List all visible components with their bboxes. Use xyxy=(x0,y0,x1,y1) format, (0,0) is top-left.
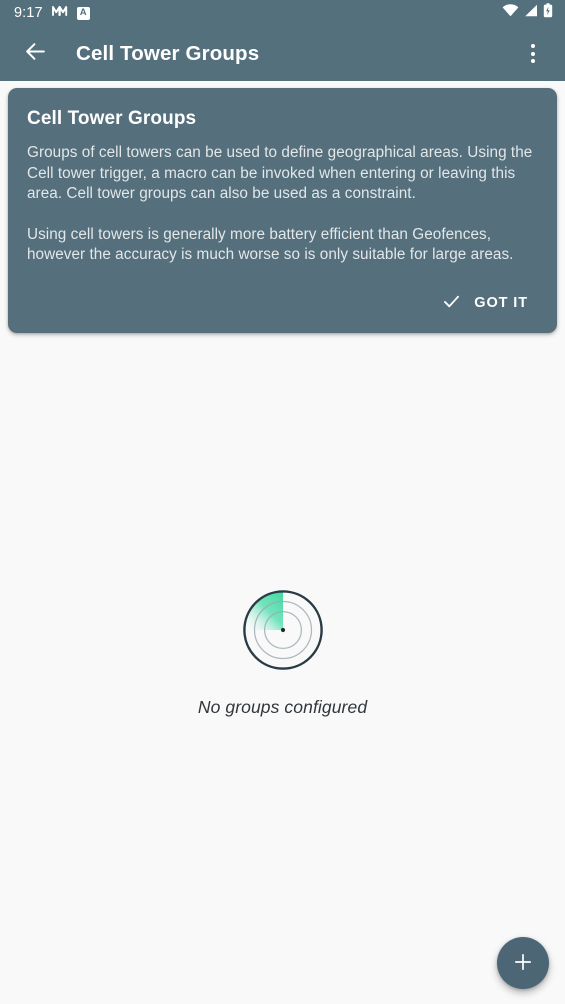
got-it-label: GOT IT xyxy=(474,294,528,311)
status-bar-left: 9:17 A xyxy=(14,4,90,22)
more-vertical-icon-dot xyxy=(531,59,535,63)
back-button[interactable] xyxy=(11,30,59,78)
arrow-left-icon xyxy=(23,39,48,69)
cellular-signal-icon xyxy=(524,4,538,22)
cell-tower-groups-screen: 9:17 A Cell Tower Groups Cell Tower Grou… xyxy=(0,0,565,1004)
check-icon xyxy=(441,291,462,315)
status-bar-right xyxy=(502,3,553,23)
info-card-paragraph-1: Groups of cell towers can be used to def… xyxy=(27,144,533,202)
battery-charging-icon xyxy=(543,3,553,23)
info-card: Cell Tower Groups Groups of cell towers … xyxy=(8,88,557,333)
more-vertical-icon-dot xyxy=(531,51,535,56)
page-title: Cell Tower Groups xyxy=(76,41,260,65)
app-bar: Cell Tower Groups xyxy=(0,26,565,81)
macrodroid-m-icon xyxy=(51,4,68,22)
more-vertical-icon-dot xyxy=(531,44,535,48)
add-group-fab[interactable] xyxy=(497,937,549,989)
plus-icon xyxy=(511,950,535,977)
empty-state-message: No groups configured xyxy=(197,697,368,717)
radar-sweep-icon xyxy=(242,589,324,676)
got-it-button[interactable]: GOT IT xyxy=(429,283,538,323)
status-clock: 9:17 xyxy=(14,4,43,21)
info-card-title: Cell Tower Groups xyxy=(27,108,197,129)
info-card-paragraph-2: Using cell towers is generally more batt… xyxy=(27,225,514,264)
empty-state: No groups configured xyxy=(0,589,565,718)
wifi-icon xyxy=(502,4,519,22)
status-bar: 9:17 A xyxy=(0,0,565,26)
info-card-actions: GOT IT xyxy=(27,283,538,323)
app-badge-a-icon: A xyxy=(76,6,90,20)
overflow-menu-button[interactable] xyxy=(513,30,553,78)
